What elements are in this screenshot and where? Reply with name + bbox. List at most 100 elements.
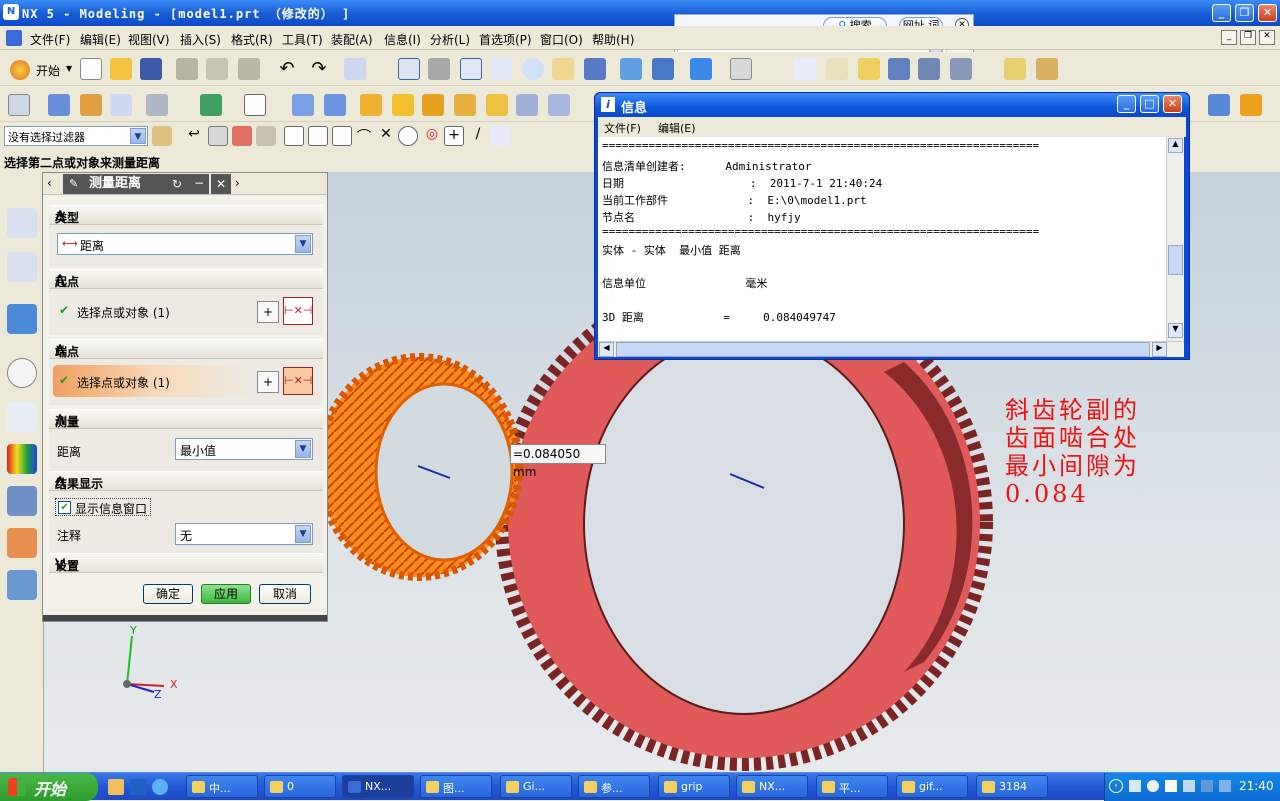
move-icon[interactable] xyxy=(858,58,880,80)
task-item[interactable]: gif... xyxy=(896,775,968,798)
distance-select[interactable]: 最小值 ▼ xyxy=(175,438,313,460)
task-item[interactable]: 中... xyxy=(186,775,258,798)
collapse-icon[interactable]: − xyxy=(189,174,209,194)
start-row[interactable]: ✔ 选择点或对象 (1) + ⊢✕⊣ xyxy=(49,289,323,335)
menu-assembly[interactable]: 装配(A) xyxy=(331,31,373,48)
slot-icon[interactable] xyxy=(548,94,570,116)
wcs-icon[interactable] xyxy=(826,58,848,80)
sweep-icon[interactable] xyxy=(110,94,132,116)
sphere-icon[interactable] xyxy=(392,94,414,116)
measure-angle-icon[interactable] xyxy=(1036,58,1058,80)
cut-icon[interactable] xyxy=(176,58,198,80)
ok-button[interactable]: 确定 xyxy=(143,584,193,604)
task-item[interactable]: 图... xyxy=(420,775,492,798)
web-browser-icon[interactable] xyxy=(7,304,37,334)
extrude-icon[interactable] xyxy=(48,94,70,116)
network-icon[interactable] xyxy=(1129,780,1141,792)
task-item[interactable]: 3184 xyxy=(976,775,1048,798)
check-icon[interactable] xyxy=(950,58,972,80)
sketch-icon[interactable] xyxy=(8,94,30,116)
cancel-button[interactable]: 取消 xyxy=(259,584,311,604)
scroll-up-icon[interactable]: ▲ xyxy=(1168,138,1183,153)
pan-icon[interactable] xyxy=(552,58,574,80)
point-dialog-button[interactable]: + xyxy=(257,371,279,393)
selection-filter-select[interactable]: 没有选择过滤器 ▼ xyxy=(4,126,148,146)
pad-icon[interactable] xyxy=(516,94,538,116)
boss-icon[interactable] xyxy=(454,94,476,116)
palette-icon[interactable] xyxy=(7,444,37,474)
datum-csys-icon[interactable] xyxy=(244,94,266,116)
annotation-select[interactable]: 无 ▼ xyxy=(175,523,313,545)
start-section-header[interactable]: 起点 ⋀ xyxy=(49,269,323,289)
pocket-icon[interactable] xyxy=(486,94,508,116)
task-item-active[interactable]: NX... xyxy=(342,775,414,798)
info-menu-edit[interactable]: 编辑(E) xyxy=(658,120,696,136)
tray-app-icon[interactable] xyxy=(1183,780,1195,792)
view-selection-icon[interactable] xyxy=(208,126,228,146)
snap-icon[interactable] xyxy=(794,58,816,80)
doc-restore-button[interactable]: ❐ xyxy=(1240,30,1256,45)
copy-icon[interactable] xyxy=(206,58,228,80)
info-text-area[interactable]: ========================================… xyxy=(598,137,1166,341)
new-file-icon[interactable] xyxy=(80,58,102,80)
settings-section-header[interactable]: 设置 ⋁ xyxy=(49,553,323,573)
line-icon[interactable] xyxy=(308,126,328,146)
zoom-region-icon[interactable] xyxy=(428,58,450,80)
windows-start-button[interactable]: 开始 xyxy=(0,773,98,801)
undo-icon[interactable]: ↶ xyxy=(276,58,298,80)
menu-help[interactable]: 帮助(H) xyxy=(592,31,634,48)
save-icon[interactable] xyxy=(140,58,162,80)
volume-icon[interactable] xyxy=(1147,780,1159,792)
show-info-checkbox[interactable]: ✔ 显示信息窗口 xyxy=(55,498,151,516)
point-icon[interactable] xyxy=(888,58,910,80)
end-point-icon[interactable] xyxy=(256,126,276,146)
inferred-point-button[interactable]: ⊢✕⊣ xyxy=(283,297,313,325)
tray-app-icon[interactable] xyxy=(1219,780,1231,792)
menu-view[interactable]: 视图(V) xyxy=(128,31,170,48)
redo-icon[interactable]: ↷ xyxy=(308,58,330,80)
menu-info[interactable]: 信息(I) xyxy=(384,31,421,48)
orient-view-icon[interactable] xyxy=(730,58,752,80)
curve-icon[interactable]: ⌒ xyxy=(354,126,374,146)
info-vertical-scrollbar[interactable]: ▲ ▼ xyxy=(1166,137,1184,341)
perspective-icon[interactable] xyxy=(584,58,606,80)
tray-expand-icon[interactable]: ‹ xyxy=(1109,779,1123,793)
result-section-header[interactable]: 结果显示 ⋀ xyxy=(49,471,323,491)
task-item[interactable]: NX... xyxy=(736,775,808,798)
revolve-icon[interactable] xyxy=(80,94,102,116)
zoom-icon[interactable] xyxy=(460,58,482,80)
process-studio-icon[interactable] xyxy=(7,402,37,432)
cone-icon[interactable] xyxy=(360,94,382,116)
history-icon[interactable] xyxy=(7,358,37,388)
cylinder-icon[interactable] xyxy=(324,94,346,116)
type-select[interactable]: ⟷ 距离 ▼ xyxy=(57,233,313,255)
chevron-left-icon[interactable]: ‹ xyxy=(47,176,52,190)
roles-icon[interactable] xyxy=(7,528,37,558)
paste-icon[interactable] xyxy=(238,58,260,80)
scroll-right-icon[interactable]: ▶ xyxy=(1152,342,1167,357)
intersection-icon[interactable] xyxy=(284,126,304,146)
blend-icon[interactable] xyxy=(1208,94,1230,116)
chevron-right-icon[interactable]: › xyxy=(235,176,240,190)
menu-preferences[interactable]: 首选项(P) xyxy=(479,31,532,48)
assembly-navigator-icon[interactable] xyxy=(7,208,37,238)
select-icon[interactable] xyxy=(344,58,366,80)
analysis-icon[interactable] xyxy=(918,58,940,80)
point-on-curve-icon[interactable]: / xyxy=(468,126,488,146)
menu-file[interactable]: 文件(F) xyxy=(30,31,70,48)
browser-icon[interactable] xyxy=(152,779,168,795)
end-section-header[interactable]: 端点 ⋀ xyxy=(49,339,323,359)
task-item[interactable]: Gi... xyxy=(500,775,572,798)
inferred-point-button[interactable]: ⊢✕⊣ xyxy=(283,367,313,395)
measure-section-header[interactable]: 测量 ⋀ xyxy=(49,409,323,429)
scroll-down-icon[interactable]: ▼ xyxy=(1168,323,1183,338)
menu-window[interactable]: 窗口(O) xyxy=(540,31,583,48)
menu-analysis[interactable]: 分析(L) xyxy=(430,31,470,48)
zoom-in-icon[interactable] xyxy=(490,58,512,80)
quicklaunch-icon[interactable] xyxy=(130,779,146,795)
doc-minimize-button[interactable]: _ xyxy=(1221,30,1237,45)
info-close-button[interactable]: ✕ xyxy=(1163,95,1182,113)
scroll-left-icon[interactable]: ◀ xyxy=(599,342,614,357)
undo-selection-icon[interactable]: ↩ xyxy=(184,126,204,146)
task-item[interactable]: grip xyxy=(658,775,730,798)
